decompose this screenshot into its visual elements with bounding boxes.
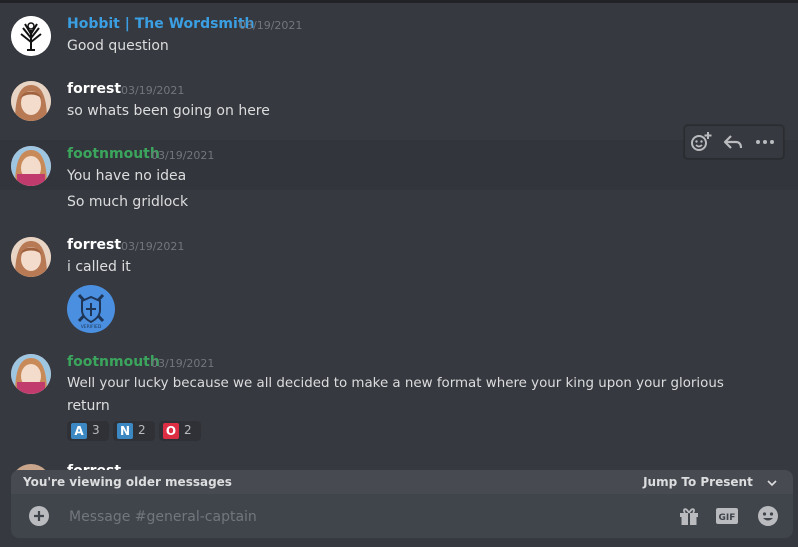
avatar[interactable]	[11, 354, 51, 394]
svg-text:GIF: GIF	[719, 513, 736, 523]
jump-to-present-button[interactable]: Jump To Present	[643, 475, 777, 489]
anime-avatar-icon	[11, 354, 51, 394]
svg-text:VERIFIED: VERIFIED	[81, 324, 102, 330]
tree-icon	[11, 16, 51, 56]
message-text: You have no idea	[67, 168, 187, 184]
reaction-n[interactable]: N 2	[113, 421, 155, 441]
avatar[interactable]	[11, 81, 51, 121]
avatar[interactable]	[11, 16, 51, 56]
message-text: return	[67, 398, 110, 414]
older-messages-text: You're viewing older messages	[23, 475, 232, 489]
regional-o-icon: O	[163, 423, 179, 439]
message-hover-toolbar	[684, 125, 784, 159]
username[interactable]: footnmouth	[67, 146, 160, 162]
reply-icon[interactable]	[721, 130, 745, 154]
jump-to-present-label: Jump To Present	[643, 475, 753, 489]
anime-avatar-icon	[11, 237, 51, 277]
message: footnmouth 03/19/2021 You have no idea	[0, 140, 798, 190]
more-icon[interactable]	[753, 130, 777, 154]
message-continuation: So much gridlock	[0, 190, 798, 214]
plus-circle-icon[interactable]	[27, 504, 51, 528]
message-text: Good question	[67, 38, 169, 54]
username[interactable]: footnmouth	[67, 354, 160, 370]
gif-icon[interactable]: GIF	[715, 504, 739, 528]
timestamp: 03/19/2021	[121, 84, 185, 97]
shield-swords-icon: VERIFIED	[67, 285, 115, 333]
message-text: So much gridlock	[67, 194, 189, 210]
message-text: so whats been going on here	[67, 103, 270, 119]
regional-a-icon: A	[71, 423, 87, 439]
message: forrest 03/19/2021 so whats been going o…	[0, 75, 798, 127]
older-messages-bar: You're viewing older messages Jump To Pr…	[11, 470, 793, 494]
chevron-down-icon	[767, 479, 777, 486]
avatar[interactable]	[11, 237, 51, 277]
timestamp: 03/19/2021	[121, 240, 185, 253]
emoji-icon[interactable]	[756, 504, 780, 528]
regional-n-icon: N	[117, 423, 133, 439]
reaction-count: 2	[138, 423, 146, 437]
timestamp: 03/19/2021	[151, 357, 215, 370]
username[interactable]: forrest	[67, 81, 121, 97]
avatar[interactable]	[11, 146, 51, 186]
timestamp: 03/19/2021	[239, 19, 303, 32]
anime-avatar-icon	[11, 81, 51, 121]
verified-sticker[interactable]: VERIFIED	[67, 285, 115, 333]
reaction-o[interactable]: O 2	[159, 421, 201, 441]
gift-icon[interactable]	[677, 504, 701, 528]
message-input[interactable]	[67, 506, 651, 528]
top-divider	[0, 0, 798, 3]
message: forrest 03/19/2021 i called it VERIFIED	[0, 231, 798, 341]
message-text: Well your lucky because we all decided t…	[67, 376, 724, 391]
message-composer: GIF	[11, 494, 793, 538]
reaction-count: 3	[92, 423, 100, 437]
reaction-count: 2	[184, 423, 192, 437]
anime-avatar-icon	[11, 146, 51, 186]
username[interactable]: forrest	[67, 237, 121, 253]
add-reaction-icon[interactable]	[689, 130, 713, 154]
message: Hobbit | The Wordsmith 03/19/2021 Good q…	[0, 10, 798, 62]
username[interactable]: Hobbit | The Wordsmith	[67, 16, 254, 32]
message-text: i called it	[67, 259, 131, 275]
timestamp: 03/19/2021	[151, 149, 215, 162]
reaction-a[interactable]: A 3	[67, 421, 109, 441]
